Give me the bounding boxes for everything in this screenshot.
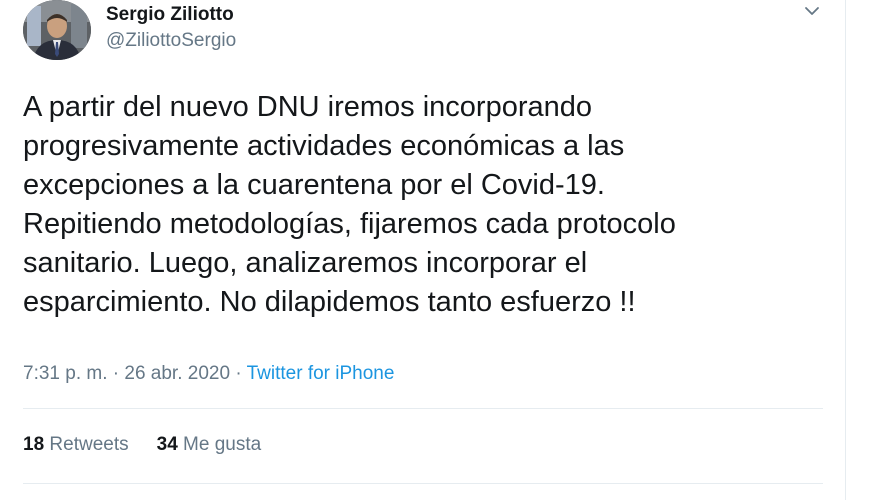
tweet-text: A partir del nuevo DNU iremos incorporan…: [23, 91, 676, 318]
card-border: [845, 0, 846, 500]
divider: [23, 483, 823, 484]
likes-label: Me gusta: [183, 434, 262, 455]
tweet-meta: 7:31 p. m. · 26 abr. 2020 · Twitter for …: [23, 363, 394, 385]
meta-separator: ·: [230, 363, 247, 384]
tweet-stats: 18 Retweets 34 Me gusta: [23, 434, 261, 456]
tweet-menu-button[interactable]: [800, 0, 824, 22]
avatar[interactable]: [23, 0, 91, 60]
retweets-stat[interactable]: 18 Retweets: [23, 434, 129, 456]
author-handle[interactable]: @ZiliottoSergio: [106, 30, 236, 52]
divider: [23, 408, 823, 409]
likes-count: 34: [156, 434, 178, 455]
retweets-count: 18: [23, 434, 45, 455]
meta-separator: ·: [107, 363, 125, 384]
tweet-source-link[interactable]: Twitter for iPhone: [247, 363, 395, 384]
author-name[interactable]: Sergio Ziliotto: [106, 4, 234, 26]
likes-stat[interactable]: 34 Me gusta: [157, 434, 262, 456]
retweets-label: Retweets: [49, 434, 129, 455]
tweet-date[interactable]: 26 abr. 2020: [124, 363, 230, 384]
tweet-time[interactable]: 7:31 p. m.: [23, 363, 108, 384]
tweet-card: Sergio Ziliotto @ZiliottoSergio A partir…: [0, 0, 845, 500]
chevron-down-icon: [805, 7, 819, 15]
avatar-image: [23, 0, 91, 60]
